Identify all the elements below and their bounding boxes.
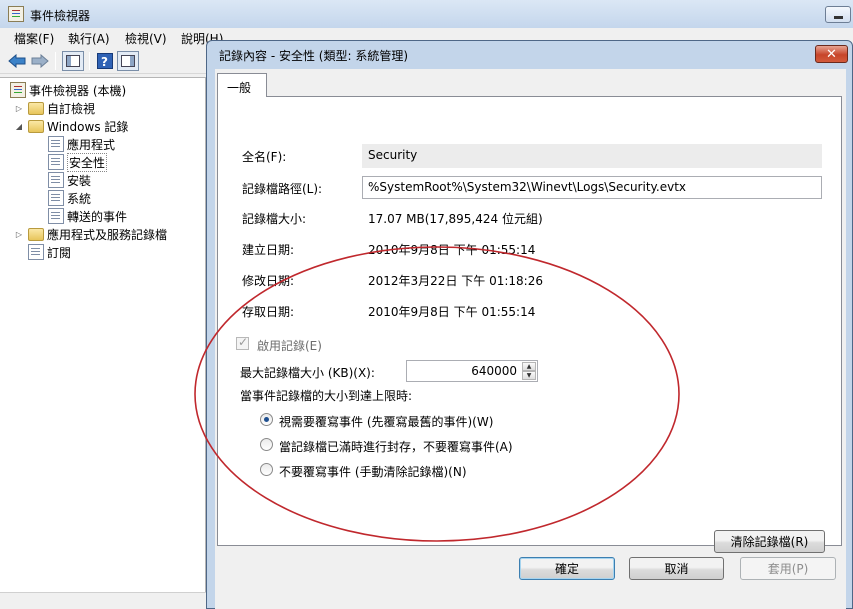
tree-item-setup[interactable]: 安裝 [48, 171, 91, 189]
log-icon [48, 190, 64, 206]
tree-item-subscriptions[interactable]: 訂閱 [28, 243, 71, 261]
modified-value: 2012年3月22日 下午 01:18:26 [368, 274, 543, 288]
forward-arrow-icon[interactable] [29, 51, 51, 71]
event-viewer-icon [10, 82, 26, 98]
ok-button[interactable]: 確定 [519, 557, 615, 580]
tree-item-security[interactable]: 安全性 [48, 152, 108, 172]
menu-action[interactable]: 執行(A) [64, 30, 114, 47]
apply-button[interactable]: 套用(P) [740, 557, 836, 580]
enable-logging-checkbox[interactable] [236, 335, 249, 350]
tree-item-custom-views[interactable]: ▷ 自訂檢視 [14, 99, 95, 117]
when-max-label: 當事件記錄檔的大小到達上限時: [240, 389, 413, 403]
console-tree: 事件檢視器 (本機) ▷ 自訂檢視 ◢ Windows 記錄 應用程式 安全性 … [0, 77, 206, 609]
created-value: 2010年9月8日 下午 01:55:14 [368, 243, 536, 257]
log-icon [48, 136, 64, 152]
window-title: 事件檢視器 [30, 9, 91, 23]
svg-text:?: ? [101, 55, 108, 69]
tree-item-application[interactable]: 應用程式 [48, 135, 115, 153]
toolbar-separator [89, 52, 90, 70]
enable-logging-label: 啟用記錄(E) [257, 339, 322, 353]
tree-item-forwarded-events[interactable]: 轉送的事件 [48, 207, 127, 225]
tree-item-windows-logs[interactable]: ◢ Windows 記錄 [14, 117, 128, 135]
console-tree-icon[interactable] [62, 51, 84, 71]
menu-file[interactable]: 檔案(F) [10, 30, 58, 47]
cancel-button[interactable]: 取消 [629, 557, 724, 580]
tree-item-system[interactable]: 系統 [48, 189, 91, 207]
toolbar-separator [55, 52, 56, 70]
security-log-icon [48, 154, 64, 170]
dialog-title: 記錄內容 - 安全性 (類型: 系統管理) [219, 49, 408, 63]
size-label: 記錄檔大小: [242, 212, 307, 226]
close-icon[interactable]: ✕ [815, 45, 848, 63]
collapse-arrow-icon[interactable]: ◢ [14, 122, 24, 131]
tree-scrollbar-area [0, 592, 206, 609]
tree-item-app-service-logs[interactable]: ▷ 應用程式及服務記錄檔 [14, 225, 167, 243]
overwrite-as-needed-radio[interactable] [260, 413, 273, 426]
overwrite-as-needed-label: 視需要覆寫事件 (先覆寫最舊的事件)(W) [279, 415, 494, 429]
spin-down-icon[interactable]: ▼ [522, 371, 536, 380]
action-pane-icon[interactable] [117, 51, 139, 71]
main-titlebar: 事件檢視器 [0, 0, 853, 28]
log-icon [48, 208, 64, 224]
tab-general[interactable]: 一般 [217, 73, 267, 97]
path-label: 記錄檔路徑(L): [242, 182, 323, 196]
maxsize-label: 最大記錄檔大小 (KB)(X): [240, 366, 375, 380]
fullname-value: Security [362, 144, 822, 168]
do-not-overwrite-radio[interactable] [260, 463, 273, 476]
menu-view[interactable]: 檢視(V) [121, 30, 171, 47]
folder-icon [28, 102, 44, 115]
modified-label: 修改日期: [242, 274, 295, 288]
folder-icon [28, 228, 44, 241]
fullname-label: 全名(F): [242, 150, 287, 164]
general-tab-panel: 全名(F): Security 記錄檔路徑(L): %SystemRoot%\S… [194, 96, 842, 553]
clear-log-button[interactable]: 清除記錄檔(R) [714, 530, 825, 553]
archive-when-full-label: 當記錄檔已滿時進行封存，不要覆寫事件(A) [279, 440, 513, 454]
created-label: 建立日期: [242, 243, 295, 257]
do-not-overwrite-label: 不要覆寫事件 (手動清除記錄檔)(N) [279, 465, 467, 479]
expand-arrow-icon[interactable]: ▷ [14, 104, 24, 113]
dialog-client: 一般 全名(F): Security 記錄檔路徑(L): %SystemRoot… [194, 69, 846, 609]
log-properties-dialog: 記錄內容 - 安全性 (類型: 系統管理) ✕ 一般 全名(F): Securi… [194, 40, 853, 609]
accessed-label: 存取日期: [242, 305, 295, 319]
expand-arrow-icon[interactable]: ▷ [14, 230, 24, 239]
event-viewer-icon [8, 6, 24, 22]
help-icon[interactable]: ? [94, 51, 116, 71]
size-value: 17.07 MB(17,895,424 位元組) [368, 212, 543, 226]
tree-root[interactable]: 事件檢視器 (本機) [10, 81, 126, 99]
archive-when-full-radio[interactable] [260, 438, 273, 451]
back-arrow-icon[interactable] [6, 51, 28, 71]
folder-icon [28, 120, 44, 133]
minimize-button[interactable] [825, 6, 851, 23]
maxsize-input[interactable]: 640000 ▲ ▼ [406, 360, 538, 382]
path-field[interactable]: %SystemRoot%\System32\Winevt\Logs\Securi… [362, 176, 822, 199]
subscription-icon [28, 244, 44, 260]
log-icon [48, 172, 64, 188]
accessed-value: 2010年9月8日 下午 01:55:14 [368, 305, 536, 319]
spin-up-icon[interactable]: ▲ [522, 362, 536, 371]
